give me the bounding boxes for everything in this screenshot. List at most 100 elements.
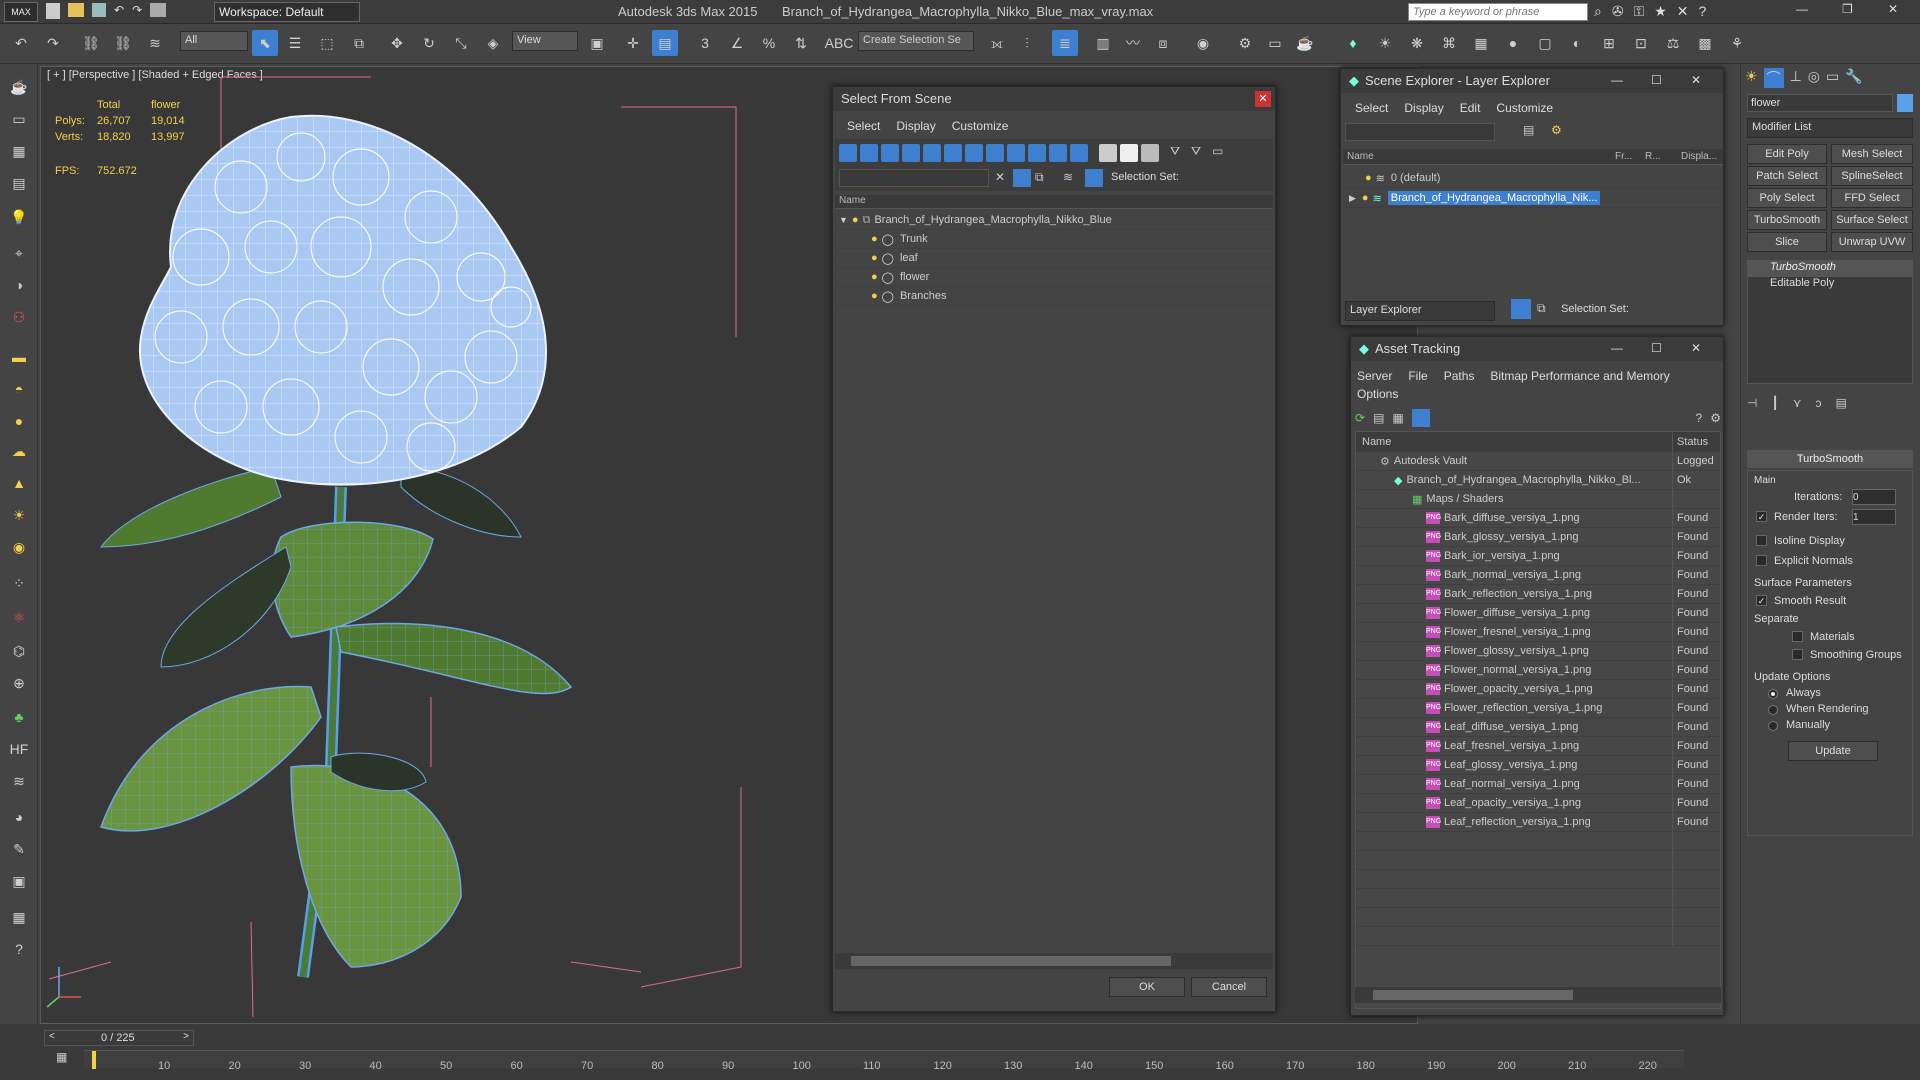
display-groups-icon[interactable] (965, 144, 983, 162)
render-iters-checkbox[interactable]: ✓ (1756, 511, 1767, 522)
iterations-spinner[interactable] (1852, 489, 1896, 505)
menu-display[interactable]: Display (1404, 101, 1443, 115)
window-crossing-icon[interactable]: ⧉ (346, 30, 372, 56)
material-sphere-icon[interactable]: ◕ (6, 804, 32, 830)
project-folder-icon[interactable] (150, 3, 167, 17)
configure-sets-icon[interactable]: ▤ (1835, 396, 1846, 410)
display-bones-icon[interactable] (1007, 144, 1025, 162)
vray-sun-icon[interactable]: ☀ (1372, 30, 1398, 56)
render-frame-icon[interactable]: ▭ (1262, 30, 1288, 56)
hair-fur-icon[interactable]: HF (6, 736, 32, 762)
remove-modifier-icon[interactable]: ↄ (1815, 396, 1821, 410)
light-icon[interactable]: 💡 (6, 204, 32, 230)
molecule-icon[interactable]: ⚛ (6, 604, 32, 630)
asset-row-map[interactable]: PNG Leaf_reflection_versiya_1.png Found (1356, 812, 1720, 832)
binoculars-icon[interactable]: ⌕ (1594, 3, 1602, 21)
list-view-icon[interactable]: ▤ (1373, 411, 1384, 425)
display-invert-icon[interactable] (1141, 144, 1159, 162)
vray-material-icon[interactable]: ◐ (1564, 30, 1590, 56)
maximize-icon[interactable]: ☐ (1651, 73, 1662, 87)
close-icon[interactable]: ✕ (1691, 73, 1701, 87)
new-layer-icon[interactable]: ▤ (1523, 123, 1534, 137)
globe-icon[interactable]: ⊕ (6, 670, 32, 696)
maximize-icon[interactable]: ☐ (1651, 341, 1662, 355)
vray-proxy-icon[interactable]: ⌘ (1436, 30, 1462, 56)
lightbulb-icon[interactable]: ● (871, 233, 878, 245)
hierarchy-tab-icon[interactable]: ⊥ (1790, 68, 1802, 88)
helper-icon[interactable]: ◑ (6, 272, 32, 298)
flower-head[interactable] (138, 114, 547, 486)
horizontal-scrollbar[interactable] (835, 953, 1273, 969)
unlink-icon[interactable]: ⛓ (110, 30, 136, 56)
move-icon[interactable]: ✥ (384, 30, 410, 56)
vray-fur-icon[interactable]: ❋ (1404, 30, 1430, 56)
reference-coord-dropdown[interactable]: View (512, 31, 578, 51)
menu-bitmap-performance[interactable]: Bitmap Performance and Memory (1490, 369, 1669, 383)
scale-icon[interactable]: ⤡ (448, 30, 474, 56)
asset-row-map[interactable]: PNG Leaf_opacity_versiya_1.png Found (1356, 793, 1720, 813)
omni-icon[interactable]: ◉ (6, 534, 32, 560)
show-end-result-icon[interactable]: ┃ (1771, 396, 1778, 410)
align-icon[interactable]: ⫶ (1014, 30, 1040, 56)
col-name[interactable]: Name (1347, 151, 1374, 162)
select-manipulate-icon[interactable]: ✛ (620, 30, 646, 56)
find-input[interactable] (839, 169, 989, 187)
time-slider-next-icon[interactable]: > (183, 1031, 189, 1042)
workspace-dropdown[interactable]: Workspace: Default (214, 2, 360, 22)
modify-tab-icon[interactable]: ⌒ (1763, 68, 1784, 88)
patch-select-button[interactable]: Patch Select (1747, 166, 1827, 186)
vray-toolbar-icon[interactable]: ⊞ (1596, 30, 1622, 56)
menu-server[interactable]: Server (1357, 369, 1392, 383)
fur-icon[interactable]: ≋ (6, 768, 32, 794)
explorer-type-dropdown[interactable]: Layer Explorer (1345, 301, 1495, 321)
expand-icon[interactable]: ▼ (839, 215, 848, 225)
tree-item-trunk[interactable]: ● ◯ Trunk (835, 230, 1273, 249)
asset-row-map[interactable]: PNG Flower_opacity_versiya_1.png Found (1356, 679, 1720, 699)
cancel-button[interactable]: Cancel (1191, 977, 1267, 997)
sun-icon[interactable]: ☀ (6, 502, 32, 528)
when-rendering-radio[interactable] (1768, 705, 1778, 715)
vray-options-icon[interactable]: ⊡ (1628, 30, 1654, 56)
menu-options[interactable]: Options (1357, 387, 1398, 401)
new-file-icon[interactable] (46, 3, 60, 19)
poly-select-button[interactable]: Poly Select (1747, 188, 1827, 208)
menu-customize[interactable]: Customize (1496, 101, 1553, 115)
minimize-icon[interactable]: — (1611, 73, 1623, 87)
utilities-tab-icon[interactable]: 🔧 (1845, 68, 1862, 88)
turbosmooth-button[interactable]: TurboSmooth (1747, 210, 1827, 230)
lightbulb-icon[interactable]: ● (871, 271, 878, 283)
pin-stack-icon[interactable]: ⊣ (1747, 396, 1757, 410)
render-setup-icon[interactable]: ⚙ (1232, 30, 1258, 56)
turbosmooth-rollout-header[interactable]: TurboSmooth (1747, 450, 1913, 468)
asset-row-maps-group[interactable]: ▦ Maps / Shaders (1356, 489, 1720, 509)
render-iters-spinner[interactable] (1852, 509, 1896, 525)
key-icon[interactable]: ⚿ (1634, 3, 1645, 21)
time-slider-prev-icon[interactable]: < (49, 1031, 55, 1042)
selection-set-icon[interactable] (1085, 169, 1103, 187)
tree-item-leaf[interactable]: ● ◯ leaf (835, 249, 1273, 268)
star-icon[interactable]: ★ (1654, 3, 1667, 21)
vray-balance-icon[interactable]: ⚖ (1660, 30, 1686, 56)
tree-root[interactable]: ▼ ● ⧉ Branch_of_Hydrangea_Macrophylla_Ni… (835, 211, 1273, 230)
material-editor-icon[interactable]: ◉ (1190, 30, 1216, 56)
undo-icon[interactable]: ↶ (114, 3, 124, 21)
display-containers-icon[interactable] (1028, 144, 1046, 162)
asset-row-map[interactable]: PNG Leaf_normal_versiya_1.png Found (1356, 774, 1720, 794)
smoothing-groups-checkbox[interactable] (1792, 649, 1803, 660)
asset-row-vault[interactable]: ⚙ Autodesk Vault Logged (1356, 451, 1720, 471)
modifier-list-dropdown[interactable]: Modifier List (1747, 118, 1913, 138)
display-none-icon[interactable] (1120, 144, 1138, 162)
selection-filter-dropdown[interactable]: All (180, 31, 248, 51)
layers-icon[interactable]: ≋ (1063, 170, 1073, 184)
calculator-icon[interactable]: ▦ (6, 904, 32, 930)
vray-dome-icon[interactable]: ⚘ (1724, 30, 1750, 56)
lightbulb-icon[interactable]: ● (871, 290, 878, 302)
expand-icon[interactable]: ▶ (1349, 193, 1356, 204)
display-helpers-icon[interactable] (923, 144, 941, 162)
asset-row-map[interactable]: PNG Flower_fresnel_versiya_1.png Found (1356, 622, 1720, 642)
add-to-layer-icon[interactable]: ⚙ (1551, 123, 1562, 137)
find-case-icon[interactable] (1013, 169, 1031, 187)
materials-checkbox[interactable] (1792, 631, 1803, 642)
lightbulb-icon[interactable]: ● (1365, 172, 1372, 184)
edit-named-selection-icon[interactable]: ABC (825, 30, 854, 56)
